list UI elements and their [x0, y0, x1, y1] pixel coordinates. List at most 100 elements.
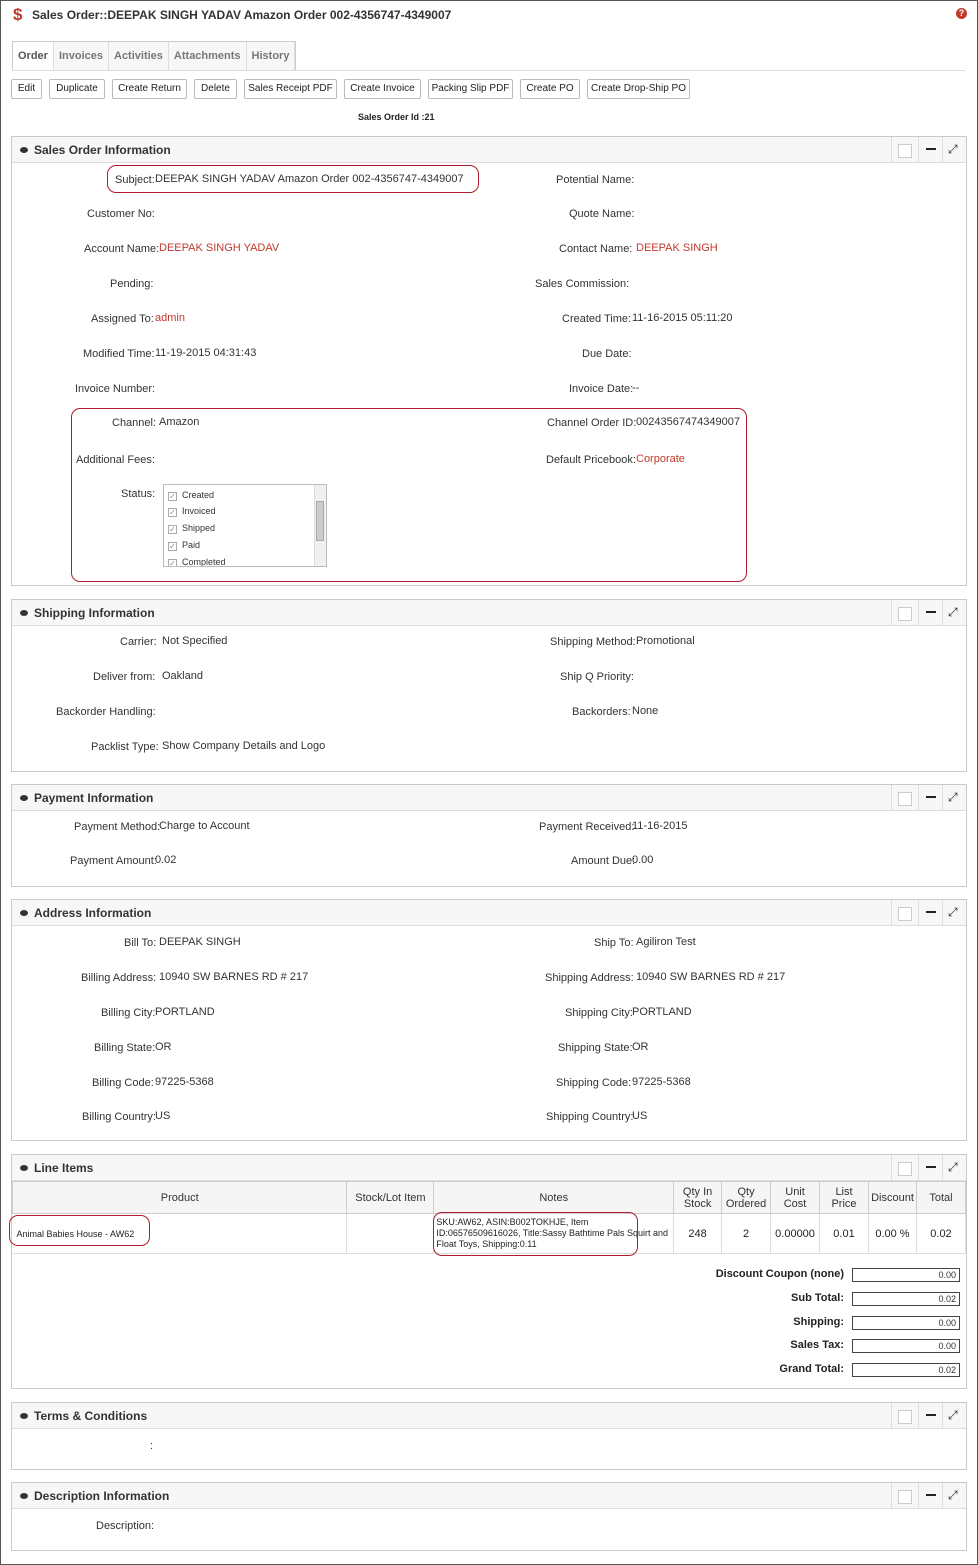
expand-icon[interactable]: ⤢: [942, 785, 966, 811]
dollar-icon: $: [13, 5, 23, 24]
bill-to-label: Bill To:: [124, 937, 157, 949]
edit-button[interactable]: Edit: [11, 79, 42, 99]
cell-total: 0.02: [916, 1213, 967, 1254]
header-line: Unit: [785, 1185, 805, 1198]
select-toggle[interactable]: [891, 1483, 918, 1509]
shipping-country-value: US: [632, 1110, 648, 1122]
tab-history[interactable]: History: [247, 42, 296, 70]
create-invoice-button[interactable]: Create Invoice: [344, 79, 421, 99]
cell-unit-cost: 0.00000: [770, 1213, 821, 1254]
payment-amount-label: Payment Amount:: [70, 855, 157, 867]
contact-name-link[interactable]: DEEPAK SINGH: [636, 242, 718, 254]
delete-button[interactable]: Delete: [194, 79, 237, 99]
shipping-city-value: PORTLAND: [632, 1006, 692, 1018]
select-toggle[interactable]: [891, 137, 918, 163]
shipping-method-label: Shipping Method:: [550, 636, 636, 648]
select-toggle[interactable]: [891, 785, 918, 811]
ship-to-label: Ship To:: [594, 937, 634, 949]
channel-highlight: [71, 408, 747, 582]
column-header-stock-lot: Stock/Lot Item: [346, 1181, 435, 1214]
product-highlight: [9, 1215, 150, 1246]
select-toggle[interactable]: [891, 600, 918, 626]
expand-icon[interactable]: ⤢: [942, 1155, 966, 1181]
expand-icon[interactable]: ⤢: [942, 137, 966, 163]
header-line: List: [835, 1185, 853, 1198]
billing-country-value: US: [155, 1110, 171, 1122]
billing-code-value: 97225-5368: [155, 1076, 214, 1088]
packlist-type-label: Packlist Type:: [91, 741, 159, 753]
column-header-notes: Notes: [433, 1181, 675, 1214]
billing-country-label: Billing Country:: [82, 1111, 156, 1123]
panel-header: Description Information ⤢: [12, 1483, 966, 1509]
shipping-total-field[interactable]: 0.00: [852, 1316, 960, 1330]
expand-icon[interactable]: ⤢: [942, 1483, 966, 1509]
packing-slip-pdf-button[interactable]: Packing Slip PDF: [428, 79, 513, 99]
eye-icon[interactable]: [20, 1413, 28, 1419]
account-name-link[interactable]: DEEPAK SINGH YADAV: [159, 242, 279, 254]
minus-icon[interactable]: [918, 1483, 942, 1509]
payment-received-label: Payment Received:: [539, 821, 635, 833]
eye-icon[interactable]: [20, 1493, 28, 1499]
help-icon[interactable]: ?: [956, 8, 967, 19]
grand-total-field[interactable]: 0.02: [852, 1363, 960, 1377]
select-toggle[interactable]: [891, 900, 918, 926]
sales-tax-label: Sales Tax:: [790, 1339, 844, 1351]
minus-icon[interactable]: [918, 785, 942, 811]
sub-total-label: Sub Total:: [791, 1292, 844, 1304]
backorders-value: None: [632, 705, 659, 717]
create-po-button[interactable]: Create PO: [520, 79, 580, 99]
column-header-unit-cost: Unit Cost: [770, 1181, 821, 1214]
eye-icon[interactable]: [20, 147, 28, 153]
discount-coupon-field[interactable]: 0.00: [852, 1268, 960, 1282]
create-return-button[interactable]: Create Return: [112, 79, 187, 99]
create-drop-ship-po-button[interactable]: Create Drop-Ship PO: [587, 79, 690, 99]
minus-icon[interactable]: [918, 1155, 942, 1181]
ship-to-value: Agiliron Test: [636, 936, 696, 948]
panel-header: Shipping Information ⤢: [12, 600, 966, 626]
expand-icon[interactable]: ⤢: [942, 600, 966, 626]
tab-invoices[interactable]: Invoices: [54, 42, 109, 70]
tab-order[interactable]: Order: [13, 42, 54, 70]
terms-colon: :: [150, 1440, 154, 1452]
panel-title: Terms & Conditions: [34, 1409, 148, 1423]
backorder-handling-label: Backorder Handling:: [56, 706, 156, 718]
column-header-qty-in-stock: Qty In Stock: [673, 1181, 723, 1214]
minus-icon[interactable]: [918, 1403, 942, 1429]
panel-header: Address Information ⤢: [12, 900, 966, 926]
panel-header: Payment Information ⤢: [12, 785, 966, 811]
select-toggle[interactable]: [891, 1403, 918, 1429]
sales-tax-field[interactable]: 0.00: [852, 1339, 960, 1353]
backorders-label: Backorders:: [572, 706, 631, 718]
quote-name-label: Quote Name:: [569, 208, 635, 220]
tab-attachments[interactable]: Attachments: [169, 42, 247, 70]
invoice-number-label: Invoice Number:: [75, 383, 156, 395]
minus-icon[interactable]: [918, 900, 942, 926]
address-info-panel: Address Information ⤢ Bill To: DEEPAK SI…: [11, 899, 967, 1141]
select-toggle[interactable]: [891, 1155, 918, 1181]
sales-receipt-pdf-button[interactable]: Sales Receipt PDF: [244, 79, 337, 99]
billing-code-label: Billing Code:: [92, 1077, 154, 1089]
carrier-label: Carrier:: [120, 636, 157, 648]
sub-total-field[interactable]: 0.02: [852, 1292, 960, 1306]
carrier-value: Not Specified: [162, 635, 228, 647]
eye-icon[interactable]: [20, 1165, 28, 1171]
tabs-divider: [12, 70, 965, 71]
minus-icon[interactable]: [918, 600, 942, 626]
shipping-info-panel: Shipping Information ⤢ Carrier: Not Spec…: [11, 599, 967, 772]
expand-icon[interactable]: ⤢: [942, 1403, 966, 1429]
payment-amount-value: 0.02: [155, 854, 177, 866]
eye-icon[interactable]: [20, 610, 28, 616]
tab-activities[interactable]: Activities: [109, 42, 169, 70]
modified-time-label: Modified Time:: [83, 348, 155, 360]
panel-title: Line Items: [34, 1161, 94, 1175]
column-header-total: Total: [915, 1181, 967, 1214]
expand-icon[interactable]: ⤢: [942, 900, 966, 926]
assigned-to-link[interactable]: admin: [155, 312, 185, 324]
eye-icon[interactable]: [20, 795, 28, 801]
panel-header: Terms & Conditions ⤢: [12, 1403, 966, 1429]
eye-icon[interactable]: [20, 910, 28, 916]
app-window: $ Sales Order::DEEPAK SINGH YADAV Amazon…: [0, 0, 978, 1565]
shipping-address-value: 10940 SW BARNES RD # 217: [636, 971, 786, 983]
duplicate-button[interactable]: Duplicate: [49, 79, 105, 99]
minus-icon[interactable]: [918, 137, 942, 163]
